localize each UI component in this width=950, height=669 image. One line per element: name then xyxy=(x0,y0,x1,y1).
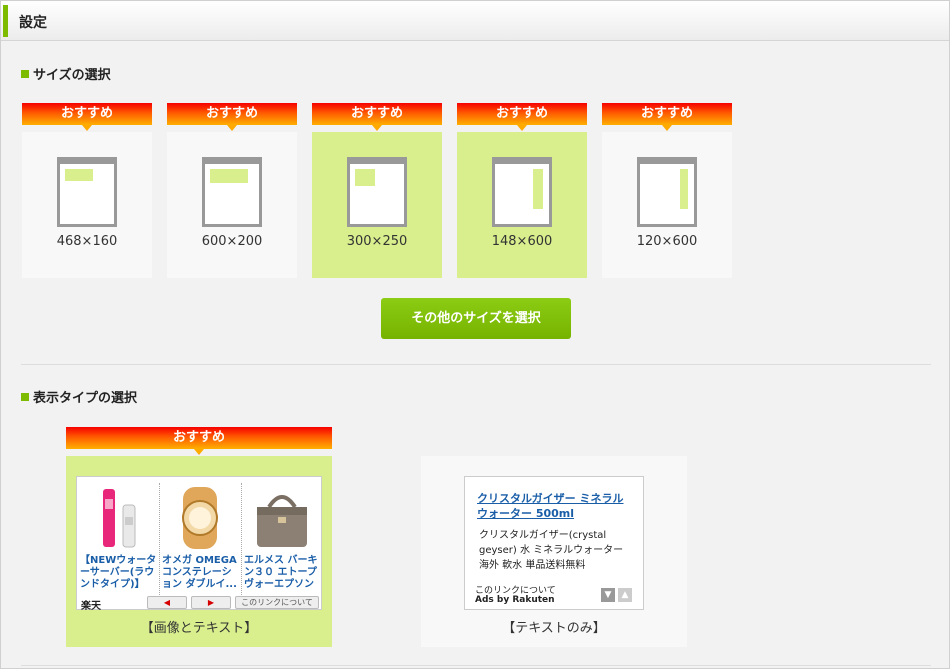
size-label: 468×160 xyxy=(56,234,118,249)
type-label-image-text: 【画像とテキスト】 xyxy=(140,621,258,636)
recommended-badge: おすすめ xyxy=(167,103,297,131)
ad-title-link[interactable]: クリスタルガイザー ミネラルウォーター 500ml xyxy=(477,491,633,521)
size-section-title-text: サイズの選択 xyxy=(33,68,111,83)
arrow-right-icon: ▶ xyxy=(207,598,215,607)
size-card-148x600[interactable]: おすすめ 148×600 xyxy=(457,103,587,278)
size-label: 600×200 xyxy=(201,234,263,249)
ads-by-rakuten: Ads by Rakuten xyxy=(475,595,555,605)
product-item: 【NEWウォーターサーバー(ラウンドタイプ)】 xyxy=(77,477,159,597)
section-bullet-icon xyxy=(21,393,29,401)
ad-description: クリスタルガイザー(crystal geyser) 水 ミネラルウォーター 海外… xyxy=(479,530,624,571)
image-text-ad-preview: 【NEWウォーターサーバー(ラウンドタイプ)】 オメガ OMEGA コンステレー… xyxy=(76,476,323,612)
product-title: オメガ OMEGA コンステレーション ダブルイ... xyxy=(162,555,237,590)
prev-arrow-button[interactable]: ◀ xyxy=(147,596,187,609)
rakuten-logo: 楽天 xyxy=(81,601,101,612)
text-only-ad-preview: クリスタルガイザー ミネラルウォーター 500ml クリスタルガイザー(crys… xyxy=(464,476,644,610)
size-preview-600x200-icon xyxy=(202,157,262,227)
size-preview-300x250-icon xyxy=(347,157,407,227)
size-card-120x600[interactable]: おすすめ 120×600 xyxy=(602,103,732,278)
about-link-button[interactable]: このリンクについて xyxy=(235,596,319,609)
handbag-image-icon xyxy=(257,495,307,547)
type-section-title: 表示タイプの選択 xyxy=(21,387,137,406)
size-card-body[interactable]: 120×600 xyxy=(602,132,732,278)
size-label: 300×250 xyxy=(346,234,408,249)
product-title: 【NEWウォーターサーバー(ラウンドタイプ)】 xyxy=(80,555,157,590)
type-section-title-text: 表示タイプの選択 xyxy=(33,391,138,406)
chevron-down-icon[interactable]: ▼ xyxy=(601,588,615,602)
recommended-badge: おすすめ xyxy=(457,103,587,131)
size-label: 148×600 xyxy=(491,234,553,249)
other-sizes-button[interactable]: その他のサイズを選択 xyxy=(381,298,571,339)
product-title: エルメス バーキン３０ エトープ ヴォーエプソン xyxy=(244,555,318,590)
recommended-badge: おすすめ xyxy=(602,103,732,131)
size-card-body[interactable]: 600×200 xyxy=(167,132,297,278)
recommended-badge: おすすめ xyxy=(66,427,332,455)
header-accent-bar xyxy=(3,5,8,37)
size-preview-468x160-icon xyxy=(57,157,117,227)
next-arrow-button[interactable]: ▶ xyxy=(191,596,231,609)
watch-image-icon xyxy=(182,487,218,549)
size-card-body[interactable]: 468×160 xyxy=(22,132,152,278)
page-header: 設定 xyxy=(1,1,949,41)
size-card-600x200[interactable]: おすすめ 600×200 xyxy=(167,103,297,278)
type-card-image-text[interactable]: おすすめ 【NEWウォーターサーバー(ラウンドタイプ)】 オメガ OMEGA コ… xyxy=(66,427,332,647)
page-title: 設定 xyxy=(19,15,47,31)
size-card-468x160[interactable]: おすすめ 468×160 xyxy=(22,103,152,278)
section-bullet-icon xyxy=(21,70,29,78)
product-item: オメガ OMEGA コンステレーション ダブルイ... xyxy=(159,477,241,597)
type-label-text-only: 【テキストのみ】 xyxy=(502,621,606,636)
size-card-300x250[interactable]: おすすめ 300×250 xyxy=(312,103,442,278)
settings-page: 設定 サイズの選択 おすすめ 468×160 おすすめ 600×200 おすすめ xyxy=(0,0,950,669)
chevron-up-icon[interactable]: ▲ xyxy=(618,588,632,602)
size-preview-148x600-icon xyxy=(492,157,552,227)
size-section-title: サイズの選択 xyxy=(21,64,111,83)
type-card-body[interactable]: 【NEWウォーターサーバー(ラウンドタイプ)】 オメガ OMEGA コンステレー… xyxy=(66,456,332,647)
size-label: 120×600 xyxy=(636,234,698,249)
product-item: エルメス バーキン３０ エトープ ヴォーエプソン xyxy=(241,477,323,597)
recommended-badge: おすすめ xyxy=(22,103,152,131)
size-card-body[interactable]: 148×600 xyxy=(457,132,587,278)
size-card-body[interactable]: 300×250 xyxy=(312,132,442,278)
section-divider-bottom xyxy=(21,665,931,666)
water-server-image-icon xyxy=(103,489,136,548)
type-card-text-only[interactable]: クリスタルガイザー ミネラルウォーター 500ml クリスタルガイザー(crys… xyxy=(421,456,687,647)
section-divider xyxy=(21,364,931,365)
size-preview-120x600-icon xyxy=(637,157,697,227)
arrow-left-icon: ◀ xyxy=(163,598,171,607)
recommended-badge: おすすめ xyxy=(312,103,442,131)
